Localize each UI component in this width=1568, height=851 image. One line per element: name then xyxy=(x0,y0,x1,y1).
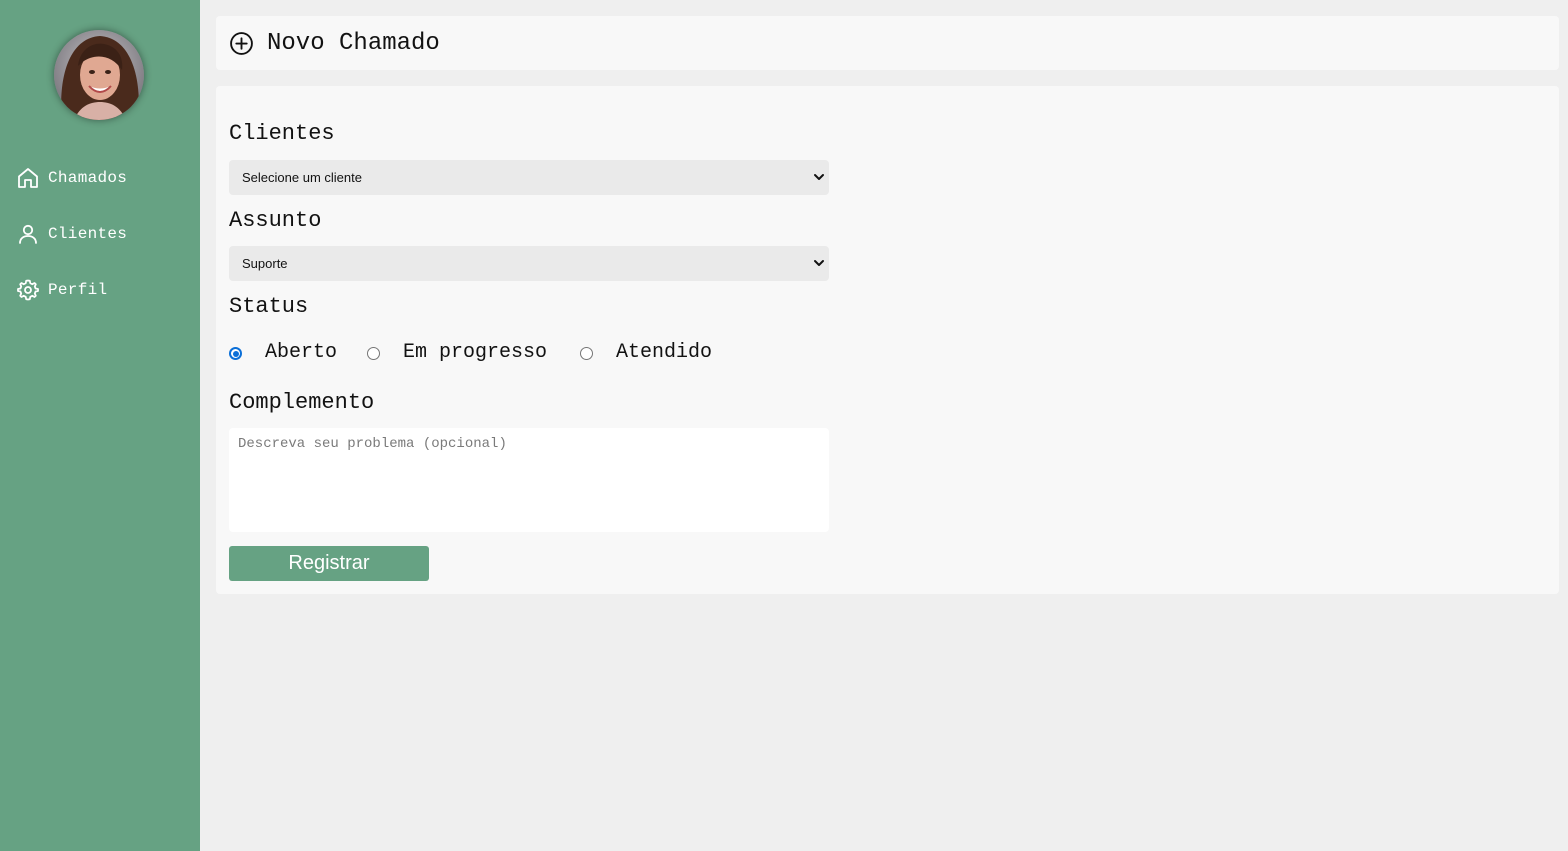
avatar xyxy=(54,30,144,120)
home-icon xyxy=(18,168,38,188)
status-radio-aberto[interactable] xyxy=(229,347,242,360)
sidebar-item-chamados[interactable]: Chamados xyxy=(16,164,127,192)
complemento-textarea[interactable] xyxy=(229,428,829,532)
status-radio-atendido[interactable] xyxy=(580,347,593,360)
status-radio-em-progresso[interactable] xyxy=(367,347,380,360)
clientes-select[interactable]: Selecione um cliente xyxy=(229,160,829,195)
sidebar-item-perfil[interactable]: Perfil xyxy=(16,276,107,304)
assunto-select[interactable]: Suporte xyxy=(229,246,829,281)
page-header: Novo Chamado xyxy=(216,16,1559,70)
status-option-label: Atendido xyxy=(616,341,713,364)
sidebar-item-label: Clientes xyxy=(48,225,128,243)
sidebar-item-label: Chamados xyxy=(48,169,128,187)
status-option-label: Aberto xyxy=(265,341,338,364)
assunto-select-value: Suporte xyxy=(242,256,288,271)
user-icon xyxy=(19,224,37,244)
chevron-down-icon xyxy=(814,260,824,266)
sidebar: Chamados Clientes Perfil xyxy=(0,0,200,851)
clientes-select-value: Selecione um cliente xyxy=(242,170,362,185)
gear-icon xyxy=(17,279,39,301)
status-label: Status xyxy=(229,294,309,319)
assunto-label: Assunto xyxy=(229,208,322,233)
complemento-label: Complemento xyxy=(229,390,375,415)
sidebar-item-clientes[interactable]: Clientes xyxy=(16,220,127,248)
status-option-label: Em progresso xyxy=(403,341,548,364)
user-photo-icon xyxy=(54,30,144,120)
chevron-down-icon xyxy=(814,174,824,180)
registrar-button[interactable]: Registrar xyxy=(229,546,429,581)
clientes-label: Clientes xyxy=(229,121,335,146)
sidebar-item-label: Perfil xyxy=(48,281,108,299)
page-title: Novo Chamado xyxy=(267,29,440,57)
plus-circle-icon xyxy=(230,31,253,55)
